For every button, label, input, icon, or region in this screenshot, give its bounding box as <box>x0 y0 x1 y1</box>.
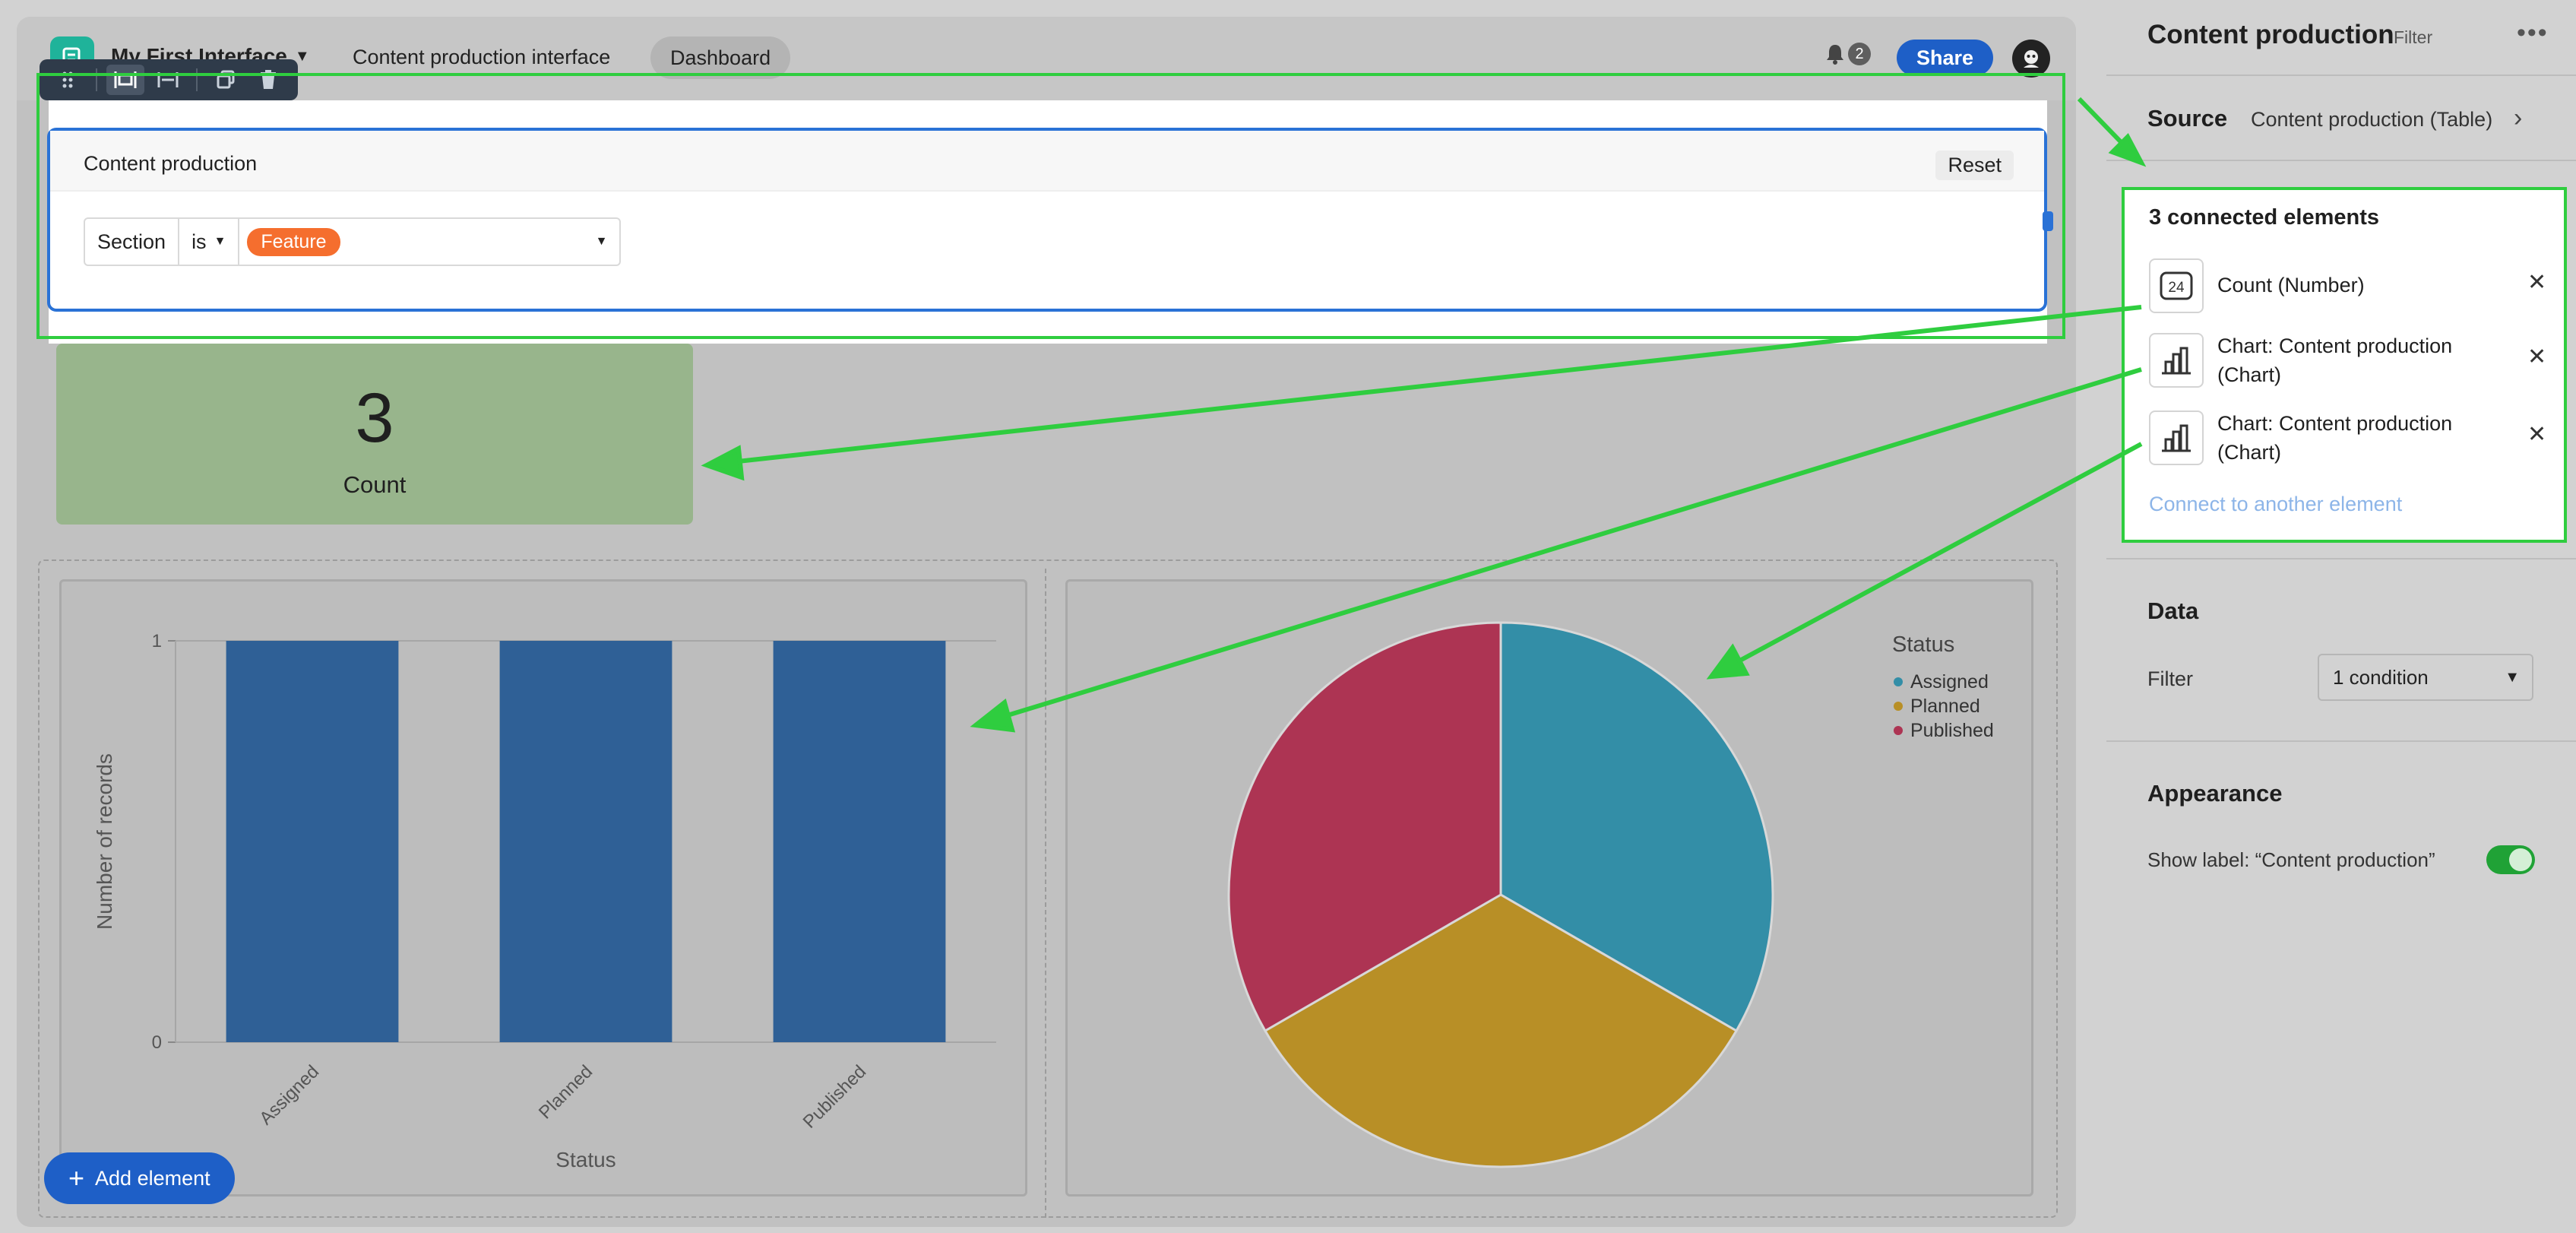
connected-item-label: Chart: Content production (Chart) <box>2217 412 2453 464</box>
source-label: Source <box>2147 105 2228 132</box>
connected-elements-section: 3 connected elements 24 Count (Number) ✕… <box>2122 187 2567 543</box>
count-element[interactable]: 3 Count <box>56 344 693 525</box>
connected-elements-title: 3 connected elements <box>2149 205 2379 230</box>
notification-badge: 2 <box>1848 43 1871 65</box>
plus-icon: + <box>68 1162 85 1193</box>
charts-divider <box>1045 569 1046 1218</box>
connect-another-element-link[interactable]: Connect to another element <box>2149 493 2402 516</box>
panel-divider <box>2106 160 2576 161</box>
user-avatar[interactable] <box>2012 40 2050 78</box>
appearance-section-title: Appearance <box>2147 780 2283 807</box>
y-tick-label: 1 <box>152 631 162 651</box>
bar-chart-icon <box>2149 333 2204 388</box>
pie-chart: Status Assigned Planned Published <box>1227 621 1994 1168</box>
close-icon[interactable]: ✕ <box>2527 344 2546 370</box>
show-label-text: Show label: “Content production” <box>2147 848 2435 871</box>
count-label: Count <box>343 471 407 498</box>
bell-icon <box>1827 45 1843 65</box>
chevron-right-icon[interactable]: › <box>2514 103 2522 133</box>
filter-label: Filter <box>2147 667 2193 690</box>
nav-content-production-interface[interactable]: Content production interface <box>353 46 610 69</box>
data-section-title: Data <box>2147 597 2199 624</box>
highlight-box-filter <box>36 73 2065 339</box>
panel-divider <box>2106 558 2576 559</box>
bar-chart: 0 1 Assigned Planned Published Status Number o… <box>93 631 996 1171</box>
filter-condition-select[interactable]: 1 condition ▼ <box>2318 654 2533 701</box>
connected-item-label: Chart: Content production (Chart) <box>2217 334 2453 386</box>
close-icon[interactable]: ✕ <box>2527 269 2546 296</box>
notifications-button[interactable]: 2 <box>1825 43 1871 65</box>
show-label-toggle[interactable] <box>2486 845 2535 874</box>
share-button[interactable]: Share <box>1897 40 1994 76</box>
legend-swatch <box>1894 726 1903 735</box>
bar-published <box>773 641 946 1042</box>
bar-assigned <box>226 641 399 1042</box>
chevron-down-icon: ▼ <box>294 47 310 65</box>
panel-divider <box>2106 74 2576 76</box>
properties-panel: Content production Filter ••• Source Con… <box>2106 0 2576 1233</box>
panel-title-tag: Filter <box>2394 27 2433 47</box>
source-value[interactable]: Content production (Table) <box>2251 108 2492 132</box>
x-tick-label: Planned <box>535 1061 597 1123</box>
filter-condition-value: 1 condition <box>2333 666 2429 689</box>
legend-item: Assigned <box>1910 671 1989 693</box>
legend-title: Status <box>1892 632 1954 657</box>
legend-swatch <box>1894 677 1903 686</box>
pie-chart-element[interactable]: Status Assigned Planned Published <box>1065 579 2033 1197</box>
legend-item: Planned <box>1910 696 1980 717</box>
x-axis-label: Status <box>555 1148 616 1171</box>
y-axis-label: Number of records <box>93 753 116 930</box>
x-tick-label: Assigned <box>255 1061 323 1129</box>
x-tick-label: Published <box>799 1061 871 1133</box>
count-value: 3 <box>355 379 394 457</box>
add-element-label: Add element <box>95 1167 210 1190</box>
legend-swatch <box>1894 702 1903 711</box>
number-24-icon: 24 <box>2149 258 2204 313</box>
y-tick-label: 0 <box>152 1032 162 1053</box>
close-icon[interactable]: ✕ <box>2527 421 2546 448</box>
avatar-face-icon <box>2024 50 2039 68</box>
bar-chart-element[interactable]: 0 1 Assigned Planned Published Status Number o… <box>59 579 1027 1197</box>
more-options-icon[interactable]: ••• <box>2517 18 2549 48</box>
legend-item: Published <box>1910 720 1994 741</box>
toggle-knob <box>2509 848 2532 871</box>
add-element-button[interactable]: + Add element <box>44 1152 235 1204</box>
panel-title: Content production <box>2147 20 2394 49</box>
panel-divider <box>2106 740 2576 742</box>
svg-text:24: 24 <box>2168 280 2185 296</box>
bar-chart-icon <box>2149 410 2204 465</box>
bar-planned <box>499 641 672 1042</box>
connected-item-label: Count (Number) <box>2217 274 2365 296</box>
caret-down-icon: ▼ <box>2505 669 2520 686</box>
